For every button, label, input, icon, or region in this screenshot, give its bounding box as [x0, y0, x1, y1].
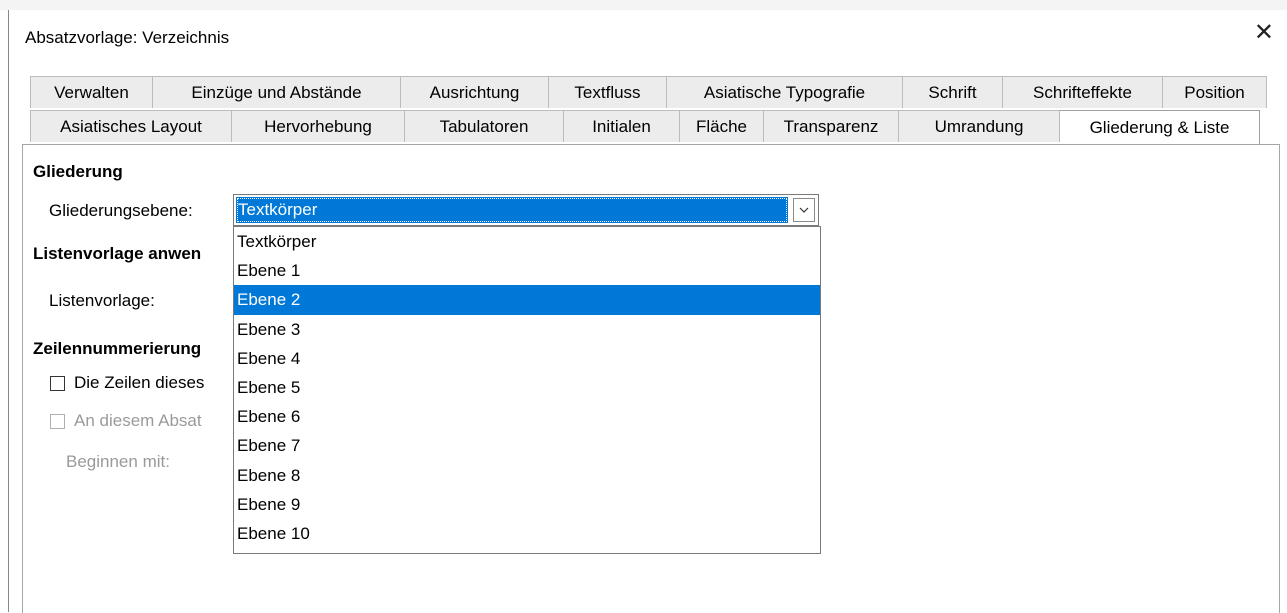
- tab-flaeche[interactable]: Fläche: [680, 110, 764, 142]
- list-item[interactable]: Ebene 5: [234, 373, 820, 402]
- background-window-strip: [0, 0, 1287, 10]
- list-item[interactable]: Ebene 8: [234, 461, 820, 490]
- tab-verwalten[interactable]: Verwalten: [30, 76, 153, 108]
- include-lines-checkbox[interactable]: [50, 376, 65, 391]
- list-style-label: Listenvorlage:: [49, 291, 155, 310]
- chevron-down-icon[interactable]: [793, 198, 815, 222]
- restart-numbering-label: An diesem Absat: [74, 411, 202, 430]
- outline-level-combobox[interactable]: Textkörper: [233, 194, 819, 226]
- restart-numbering-checkbox[interactable]: [50, 414, 65, 429]
- tab-schrift[interactable]: Schrift: [903, 76, 1003, 108]
- tab-hervorhebung[interactable]: Hervorhebung: [232, 110, 405, 142]
- list-item[interactable]: Ebene 1: [234, 256, 820, 285]
- list-item[interactable]: Ebene 4: [234, 344, 820, 373]
- tab-ausrichtung[interactable]: Ausrichtung: [401, 76, 549, 108]
- list-item[interactable]: Ebene 7: [234, 431, 820, 460]
- tab-position[interactable]: Position: [1163, 76, 1267, 108]
- outline-level-value[interactable]: Textkörper: [236, 197, 788, 223]
- tab-transparenz[interactable]: Transparenz: [764, 110, 899, 142]
- section-zeilennummerierung: Zeilennummerierung: [33, 339, 202, 358]
- list-item-highlighted[interactable]: Ebene 2: [234, 285, 820, 315]
- tab-initialen[interactable]: Initialen: [564, 110, 680, 142]
- tab-umrandung[interactable]: Umrandung: [899, 110, 1060, 142]
- tab-row-1: Verwalten Einzüge und Abstände Ausrichtu…: [30, 76, 1267, 108]
- close-icon[interactable]: ✕: [1254, 21, 1274, 45]
- section-gliederung: Gliederung: [33, 162, 123, 181]
- tab-einzuege-abstaende[interactable]: Einzüge und Abstände: [153, 76, 401, 108]
- dialog-title: Absatzvorlage: Verzeichnis: [25, 28, 230, 47]
- list-item[interactable]: Ebene 3: [234, 315, 820, 344]
- tab-textfluss[interactable]: Textfluss: [549, 76, 667, 108]
- tab-asiatische-typografie[interactable]: Asiatische Typografie: [667, 76, 903, 108]
- section-listenvorlage: Listenvorlage anwen: [33, 244, 202, 263]
- tab-tabulatoren[interactable]: Tabulatoren: [405, 110, 564, 142]
- include-lines-label: Die Zeilen dieses: [74, 373, 205, 392]
- start-with-label: Beginnen mit:: [66, 452, 170, 471]
- list-item[interactable]: Ebene 10: [234, 519, 820, 548]
- tab-gliederung-liste[interactable]: Gliederung & Liste: [1060, 110, 1260, 144]
- outline-level-label: Gliederungsebene:: [49, 201, 193, 220]
- list-item[interactable]: Ebene 9: [234, 490, 820, 519]
- list-item[interactable]: Textkörper: [234, 227, 820, 256]
- tab-row-2: Asiatisches Layout Hervorhebung Tabulato…: [30, 110, 1260, 144]
- outline-level-dropdown-list[interactable]: Textkörper Ebene 1 Ebene 2 Ebene 3 Ebene…: [233, 226, 821, 554]
- list-item[interactable]: Ebene 6: [234, 402, 820, 431]
- tab-schrifteffekte[interactable]: Schrifteffekte: [1003, 76, 1163, 108]
- tab-asiatisches-layout[interactable]: Asiatisches Layout: [30, 110, 232, 142]
